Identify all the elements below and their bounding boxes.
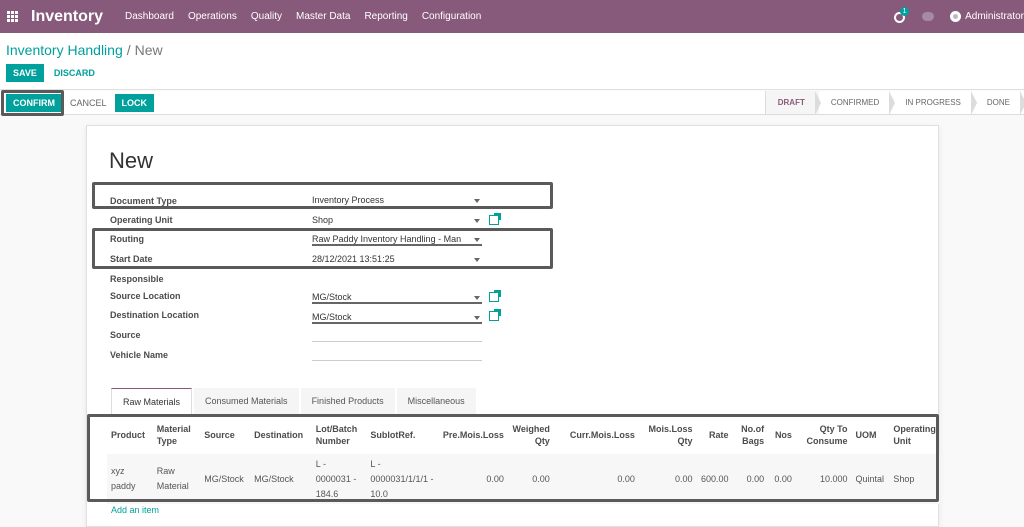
activity-clock-icon[interactable]: 1 — [894, 6, 910, 24]
discard-button[interactable]: DISCARD — [48, 64, 101, 82]
menu-reporting[interactable]: Reporting — [364, 11, 407, 22]
vehicle-name-input[interactable] — [312, 346, 482, 361]
stage-in-progress[interactable]: IN PROGRESS — [893, 91, 977, 115]
source-location-value: MG/Stock — [312, 292, 352, 302]
menu-master-data[interactable]: Master Data — [296, 11, 350, 22]
save-button[interactable]: SAVE — [6, 64, 44, 82]
menu-operations[interactable]: Operations — [188, 11, 237, 22]
menu-dashboard[interactable]: Dashboard — [125, 11, 174, 22]
menu-configuration[interactable]: Configuration — [422, 11, 481, 22]
vehicle-name-label: Vehicle Name — [110, 350, 169, 360]
add-item-link[interactable]: Add an item — [111, 505, 159, 515]
document-title: New — [109, 148, 154, 173]
destination-location-value: MG/Stock — [312, 312, 352, 322]
stage-confirmed[interactable]: CONFIRMED — [819, 91, 896, 115]
main-menu: Dashboard Operations Quality Master Data… — [125, 11, 495, 22]
external-link-icon[interactable] — [489, 309, 501, 321]
external-link-icon[interactable] — [489, 290, 501, 302]
control-panel: Inventory Handling / New SAVE DISCARD — [0, 33, 1024, 90]
destination-location-select[interactable]: MG/Stock — [312, 309, 482, 324]
external-link-icon[interactable] — [489, 213, 501, 225]
source-location-select[interactable]: MG/Stock — [312, 289, 482, 304]
top-navbar: Inventory Dashboard Operations Quality M… — [0, 0, 1024, 33]
routing-date-highlight-box — [92, 228, 553, 269]
tab-finished-products[interactable]: Finished Products — [300, 388, 395, 414]
caret-down-icon[interactable] — [474, 296, 480, 300]
lock-button[interactable]: LOCK — [114, 94, 155, 112]
menu-quality[interactable]: Quality — [251, 11, 282, 22]
tab-consumed-materials[interactable]: Consumed Materials — [194, 388, 299, 414]
destination-location-label: Destination Location — [110, 310, 200, 320]
tab-miscellaneous[interactable]: Miscellaneous — [396, 388, 476, 414]
responsible-label: Responsible — [110, 274, 164, 284]
activity-count-badge: 1 — [900, 6, 910, 16]
operating-unit-value: Shop — [312, 215, 334, 225]
notebook-tabs: Raw Materials Consumed Materials Finishe… — [111, 388, 478, 414]
breadcrumb-parent[interactable]: Inventory Handling — [6, 42, 123, 58]
confirm-highlight-box — [1, 90, 64, 116]
stage-draft[interactable]: DRAFT — [765, 91, 821, 115]
operating-unit-select[interactable]: Shop — [312, 212, 482, 227]
caret-down-icon[interactable] — [474, 219, 480, 223]
systray: 1 Administrator — [894, 0, 1024, 33]
document-type-highlight-box — [92, 182, 553, 209]
source-location-label: Source Location — [110, 291, 181, 301]
tab-raw-materials[interactable]: Raw Materials — [111, 388, 193, 414]
operating-unit-label: Operating Unit — [110, 215, 173, 225]
source-input[interactable] — [312, 327, 482, 342]
status-bar: CONFIRM CANCEL LOCK DRAFT CONFIRMED IN P… — [0, 91, 1024, 115]
table-highlight-box — [87, 414, 939, 502]
source-label: Source — [110, 330, 141, 340]
cancel-button[interactable]: CANCEL — [64, 94, 113, 112]
user-menu[interactable]: Administrator — [965, 11, 1024, 22]
caret-down-icon[interactable] — [474, 316, 480, 320]
apps-grid-icon[interactable] — [7, 10, 19, 23]
stage-pipeline: DRAFT CONFIRMED IN PROGRESS DONE — [764, 91, 1024, 115]
breadcrumb-separator: / — [126, 42, 131, 58]
breadcrumb-current: New — [134, 42, 163, 58]
stage-done[interactable]: DONE — [975, 91, 1024, 115]
app-title: Inventory — [31, 7, 104, 25]
chat-icon[interactable] — [922, 12, 935, 21]
user-avatar[interactable] — [950, 11, 962, 22]
breadcrumb: Inventory Handling / New — [6, 42, 163, 58]
